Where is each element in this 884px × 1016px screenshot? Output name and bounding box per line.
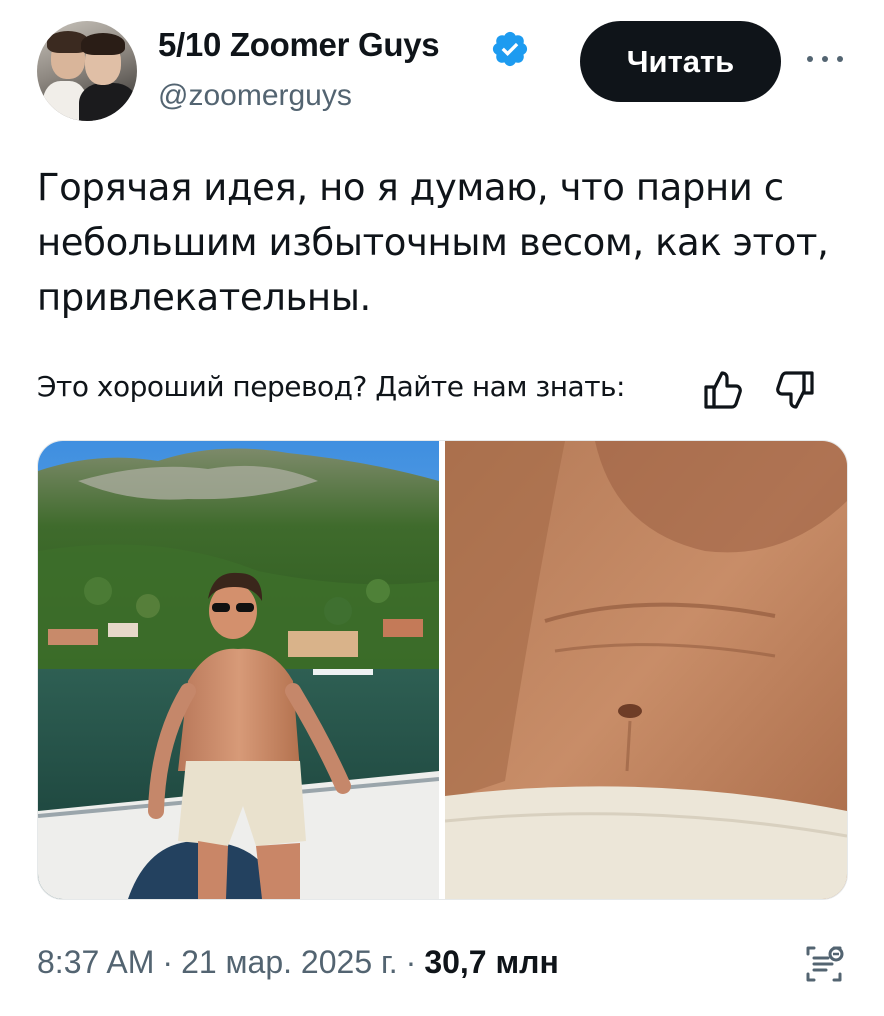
tweet-media: [37, 440, 848, 900]
tweet-date[interactable]: 21 мар. 2025 г.: [181, 944, 398, 980]
tweet-text-line: привлекательны.: [37, 276, 371, 319]
thumbs-down-icon[interactable]: [774, 369, 818, 411]
meta-separator: ·: [162, 944, 174, 980]
tweet-time[interactable]: 8:37 AM: [37, 944, 154, 980]
verified-badge-icon: [492, 31, 528, 67]
tweet-text-line: Горячая идея, но я думаю, что парни с: [37, 166, 784, 209]
meta-separator: ·: [405, 944, 417, 980]
tweet-text: Горячая идея, но я думаю, что парни с не…: [37, 160, 857, 325]
view-count: 30,7 млн: [424, 944, 559, 980]
read-button[interactable]: Читать: [580, 21, 781, 102]
translation-feedback-prompt: Это хороший перевод? Дайте нам знать:: [37, 370, 625, 403]
tweet-meta: 8:37 AM · 21 мар. 2025 г. · 30,7 млн: [37, 944, 559, 981]
tweet-text-line: небольшим избыточным весом, как этот,: [37, 221, 829, 264]
photo-man-on-boat-at-lake[interactable]: [38, 441, 439, 899]
more-dots-icon[interactable]: [805, 44, 845, 72]
author-avatar[interactable]: [37, 21, 137, 121]
grok-analyze-icon[interactable]: [800, 940, 848, 988]
photo-abdomen-closeup[interactable]: [445, 441, 847, 899]
author-display-name[interactable]: 5/10 Zoomer Guys: [158, 26, 440, 64]
thumbs-up-icon[interactable]: [700, 369, 744, 411]
author-handle[interactable]: @zoomerguys: [158, 79, 352, 113]
